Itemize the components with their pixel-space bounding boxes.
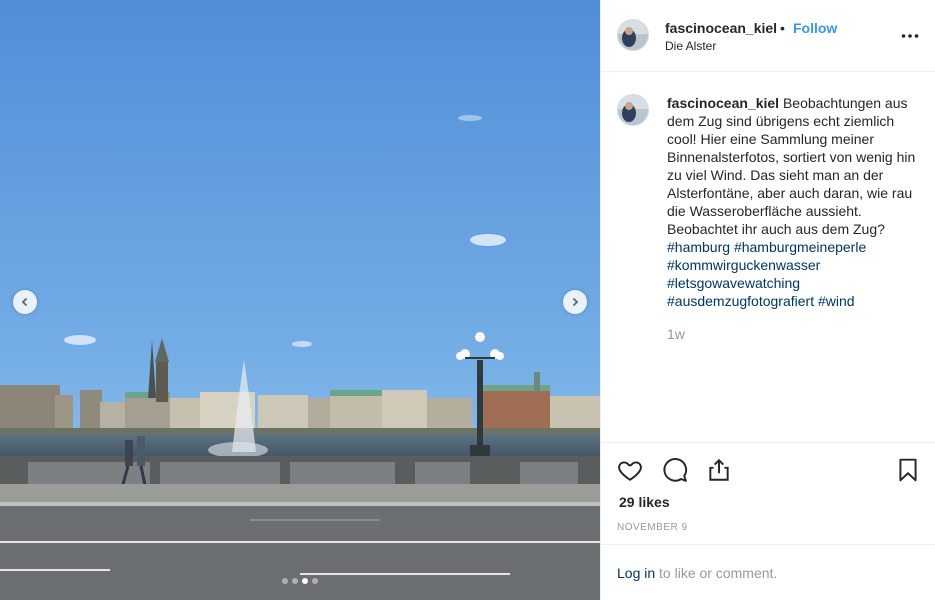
hashtag-link[interactable]: #hamburg: [667, 239, 730, 255]
bookmark-icon[interactable]: [895, 457, 921, 483]
username-link[interactable]: fascinocean_kiel: [665, 20, 777, 36]
carousel-dot: [292, 578, 298, 584]
hashtag-list: #hamburg #hamburgmeineperle #kommwirguck…: [667, 239, 866, 309]
post-header: fascinocean_kiel • Follow Die Alster: [601, 0, 935, 72]
post-container: fascinocean_kiel • Follow Die Alster fas…: [0, 0, 935, 600]
action-bar: 29 likes NOVEMBER 9: [601, 442, 935, 544]
chevron-right-icon: [572, 297, 579, 307]
post-time[interactable]: 1w: [667, 326, 685, 342]
caption-username-link[interactable]: fascinocean_kiel: [667, 95, 779, 111]
more-options-icon[interactable]: [900, 26, 920, 46]
hashtag-link[interactable]: #hamburgmeineperle: [734, 239, 866, 255]
caption-section: fascinocean_kiel Beobachtungen aus dem Z…: [601, 72, 935, 442]
avatar[interactable]: [617, 94, 649, 126]
caption-text: fascinocean_kiel Beobachtungen aus dem Z…: [667, 94, 925, 310]
hashtag-link[interactable]: #kommwirguckenwasser: [667, 257, 820, 273]
carousel-indicator: [282, 578, 318, 584]
hashtag-link[interactable]: #ausdemzugfotografiert: [667, 293, 814, 309]
avatar[interactable]: [617, 19, 649, 51]
likes-count[interactable]: 29 likes: [619, 494, 670, 510]
chevron-left-icon: [21, 297, 28, 307]
photo-binnenalster: [0, 0, 600, 600]
login-link[interactable]: Log in: [617, 565, 655, 581]
share-icon[interactable]: [706, 457, 732, 483]
comment-bar: Log in to like or comment.: [601, 544, 935, 600]
post-media[interactable]: [0, 0, 600, 600]
carousel-dot: [282, 578, 288, 584]
carousel-dot: [312, 578, 318, 584]
hashtag-link[interactable]: #letsgowavewatching: [667, 275, 800, 291]
login-prompt: Log in to like or comment.: [617, 565, 777, 581]
login-prompt-text: to like or comment.: [655, 565, 778, 581]
separator-dot: •: [780, 20, 785, 36]
carousel-next-button[interactable]: [563, 290, 587, 314]
post-side-panel: fascinocean_kiel • Follow Die Alster fas…: [600, 0, 935, 600]
carousel-dot-active: [302, 578, 308, 584]
post-date: NOVEMBER 9: [617, 522, 688, 533]
follow-button[interactable]: Follow: [793, 20, 837, 36]
heart-icon[interactable]: [617, 457, 643, 483]
caption-body: Beobachtungen aus dem Zug sind übrigens …: [667, 95, 916, 237]
location-link[interactable]: Die Alster: [665, 39, 716, 53]
comment-icon[interactable]: [662, 457, 688, 483]
carousel-prev-button[interactable]: [13, 290, 37, 314]
hashtag-link[interactable]: #wind: [818, 293, 855, 309]
